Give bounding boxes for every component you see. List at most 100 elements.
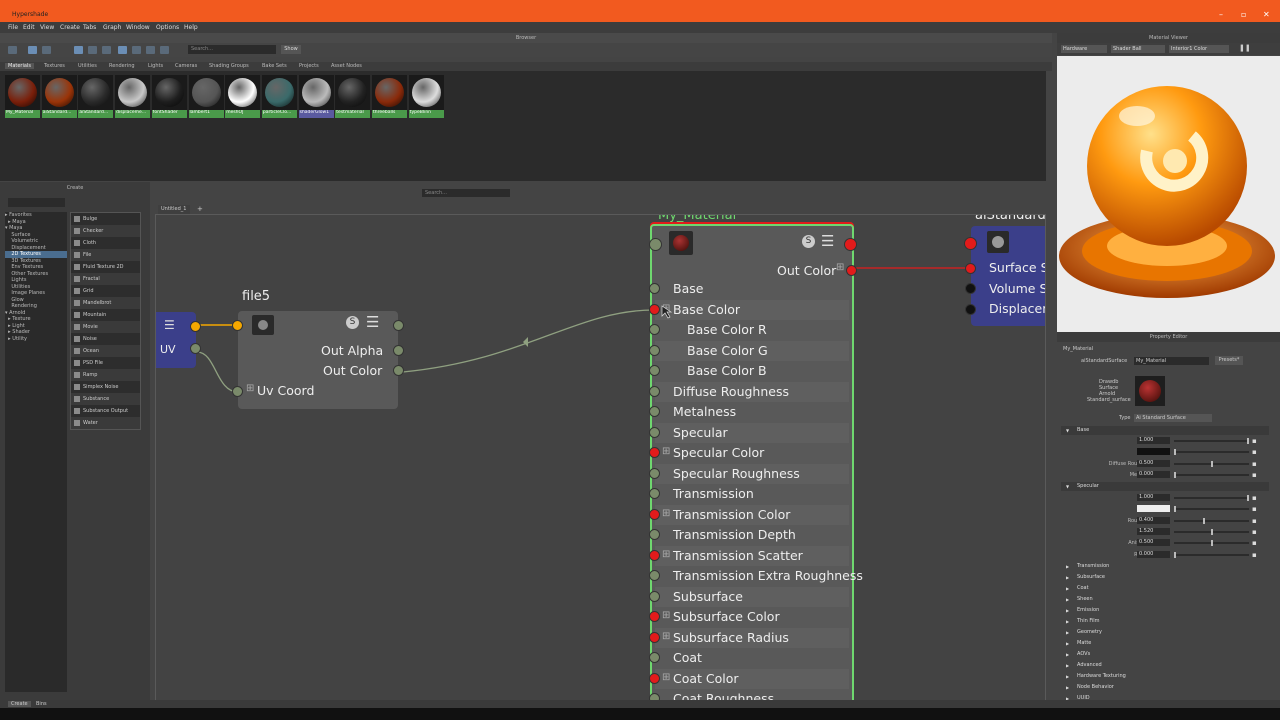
map-button-icon[interactable]: ▪ <box>1252 460 1257 468</box>
pe-attr-field[interactable] <box>1137 505 1170 513</box>
material-input-port[interactable] <box>649 611 660 622</box>
menu-graph[interactable]: Graph <box>103 24 121 31</box>
browser-search-input[interactable]: Search... <box>188 45 276 54</box>
tree-item[interactable]: ▸ Utility <box>5 336 67 343</box>
pe-section-collapsed[interactable]: AOVs <box>1061 650 1269 659</box>
pe-attr-slider[interactable] <box>1174 449 1249 456</box>
create-node-item[interactable]: Ramp <box>71 369 140 381</box>
material-input-port[interactable] <box>649 549 660 561</box>
slider-handle[interactable] <box>1174 471 1176 478</box>
attribute-list-icon[interactable]: ☰ <box>366 313 379 331</box>
place2d-node[interactable]: UV ☰ <box>156 312 201 368</box>
material-input-port[interactable] <box>649 365 660 376</box>
menu-tabs[interactable]: Tabs <box>83 24 96 31</box>
sg-surface-port[interactable] <box>965 263 976 274</box>
sg-input-port[interactable] <box>964 237 977 250</box>
pe-attr-slider[interactable] <box>1174 471 1249 478</box>
refresh-icon[interactable] <box>8 46 17 54</box>
pe-attr-field[interactable]: 0.000 <box>1137 550 1170 558</box>
place2d-out-port[interactable] <box>190 321 201 332</box>
menu-help[interactable]: Help <box>184 24 198 31</box>
tab-shading-groups[interactable]: Shading Groups <box>206 63 252 69</box>
tab-rendering[interactable]: Rendering <box>106 63 138 69</box>
place2d-uv-port[interactable] <box>190 343 201 354</box>
tab-bake-sets[interactable]: Bake Sets <box>259 63 290 69</box>
tab-textures[interactable]: Textures <box>41 63 68 69</box>
bins-tab[interactable]: Bins <box>36 701 47 707</box>
slider-handle[interactable] <box>1174 506 1176 513</box>
material-swatch[interactable]: My_Material <box>5 75 40 118</box>
map-button-icon[interactable]: ▪ <box>1252 551 1257 559</box>
tab-cameras[interactable]: Cameras <box>172 63 200 69</box>
slider-handle[interactable] <box>1203 517 1206 524</box>
filter-icon[interactable] <box>132 46 141 54</box>
material-node[interactable]: S ☰ Out Color ⊞ Base ⊞ Base Color Base Colo… <box>649 224 863 701</box>
pe-section-collapsed[interactable]: Advanced <box>1061 661 1269 670</box>
grid-view-icon[interactable] <box>28 46 37 54</box>
material-input-port[interactable] <box>649 385 660 397</box>
material-input-port[interactable] <box>649 406 660 417</box>
close-button[interactable]: ✕ <box>1263 10 1270 19</box>
slider-handle[interactable] <box>1210 528 1213 535</box>
sort-icon[interactable] <box>118 46 127 54</box>
pe-section-base[interactable]: Base <box>1061 426 1269 435</box>
pe-attr-field[interactable]: 0.500 <box>1137 459 1170 467</box>
pe-attr-field[interactable]: 1.520 <box>1137 527 1170 535</box>
create-node-item[interactable]: Ocean <box>71 345 140 357</box>
map-button-icon[interactable]: ▪ <box>1252 471 1257 479</box>
sg-displacement-port[interactable] <box>965 304 976 315</box>
small-icons-icon[interactable] <box>74 46 83 54</box>
map-button-icon[interactable]: ▪ <box>1252 448 1257 456</box>
material-input-port[interactable] <box>649 324 660 335</box>
show-button[interactable]: Show <box>281 45 301 54</box>
material-input-port[interactable] <box>649 508 660 520</box>
create-node-item[interactable]: Checker <box>71 225 140 237</box>
menu-edit[interactable]: Edit <box>23 24 35 31</box>
file-out-color-port[interactable] <box>393 365 404 376</box>
material-input-port[interactable] <box>649 652 660 663</box>
create-node-item[interactable]: Bulge <box>71 213 140 225</box>
pause-icon[interactable]: ❚❚ <box>1239 44 1251 52</box>
pe-attr-slider[interactable] <box>1174 540 1249 547</box>
material-input-port[interactable] <box>649 283 660 294</box>
map-button-icon[interactable]: ▪ <box>1252 505 1257 513</box>
map-button-icon[interactable]: ▪ <box>1252 539 1257 547</box>
material-input-port[interactable] <box>649 672 660 684</box>
material-input-port[interactable] <box>649 344 660 356</box>
pe-attr-slider[interactable] <box>1174 506 1249 513</box>
attribute-list-icon[interactable]: ☰ <box>821 232 834 250</box>
material-out-port[interactable] <box>844 238 857 251</box>
material-out-color-port[interactable] <box>846 265 857 276</box>
tab-projects[interactable]: Projects <box>296 63 322 69</box>
material-input-port[interactable] <box>649 570 660 581</box>
slider-handle[interactable] <box>1174 551 1176 558</box>
pe-attr-slider[interactable] <box>1174 551 1249 558</box>
material-swatch[interactable]: lambert1 <box>188 75 224 118</box>
create-node-item[interactable]: Mandelbrot <box>71 297 140 309</box>
material-swatch[interactable]: particleClo... <box>261 75 297 118</box>
map-button-icon[interactable]: ▪ <box>1252 528 1257 536</box>
menu-file[interactable]: File <box>8 24 18 31</box>
pe-attr-field[interactable]: 1.000 <box>1137 494 1170 501</box>
material-preview[interactable] <box>1057 56 1280 332</box>
expand-icon[interactable]: ⊞ <box>662 549 670 560</box>
pe-section-collapsed[interactable]: Matte <box>1061 639 1269 648</box>
expand-icon[interactable]: ⊞ <box>662 446 670 457</box>
pe-attr-field[interactable]: 0.500 <box>1137 539 1170 547</box>
create-node-item[interactable]: Substance Output <box>71 405 140 417</box>
pe-attr-field[interactable]: 1.000 <box>1137 437 1170 444</box>
create-node-item[interactable]: File <box>71 249 140 261</box>
map-button-icon[interactable]: ▪ <box>1252 494 1257 502</box>
list-icon[interactable]: ☰ <box>164 318 175 332</box>
slider-handle[interactable] <box>1247 438 1249 444</box>
pe-attr-field[interactable]: 0.400 <box>1137 516 1170 524</box>
pe-section-collapsed[interactable]: Thin Film <box>1061 617 1269 626</box>
create-search-input[interactable] <box>8 198 65 207</box>
slider-handle[interactable] <box>1174 449 1176 456</box>
expand-icon[interactable]: ⊞ <box>836 262 844 273</box>
slider-handle[interactable] <box>1247 495 1249 501</box>
pe-section-collapsed[interactable]: Coat <box>1061 584 1269 593</box>
tab-utilities[interactable]: Utilities <box>75 63 100 69</box>
material-swatch[interactable]: fontShader <box>151 75 187 118</box>
type-select[interactable]: Ai Standard Surface <box>1134 414 1212 422</box>
